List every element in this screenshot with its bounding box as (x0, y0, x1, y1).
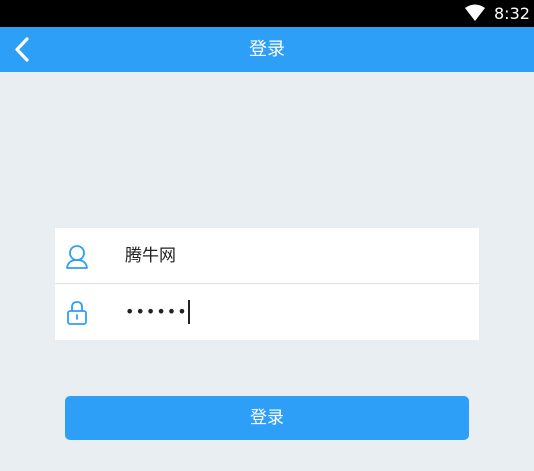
wifi-icon (465, 4, 485, 21)
text-caret (188, 300, 190, 324)
login-form: 腾牛网 •••••• (55, 228, 479, 340)
password-field[interactable]: •••••• (55, 284, 479, 340)
login-button[interactable]: 登录 (65, 396, 469, 440)
app-bar: 登录 (0, 27, 534, 72)
chevron-left-icon[interactable] (10, 36, 34, 63)
lock-icon (67, 301, 87, 325)
password-input[interactable]: •••••• (125, 284, 188, 340)
status-bar: 8:32 (0, 0, 534, 27)
username-field[interactable]: 腾牛网 (55, 228, 479, 284)
page-title: 登录 (249, 39, 285, 60)
status-time: 8:32 (494, 4, 530, 23)
user-icon (66, 245, 88, 269)
username-input[interactable]: 腾牛网 (125, 228, 176, 284)
